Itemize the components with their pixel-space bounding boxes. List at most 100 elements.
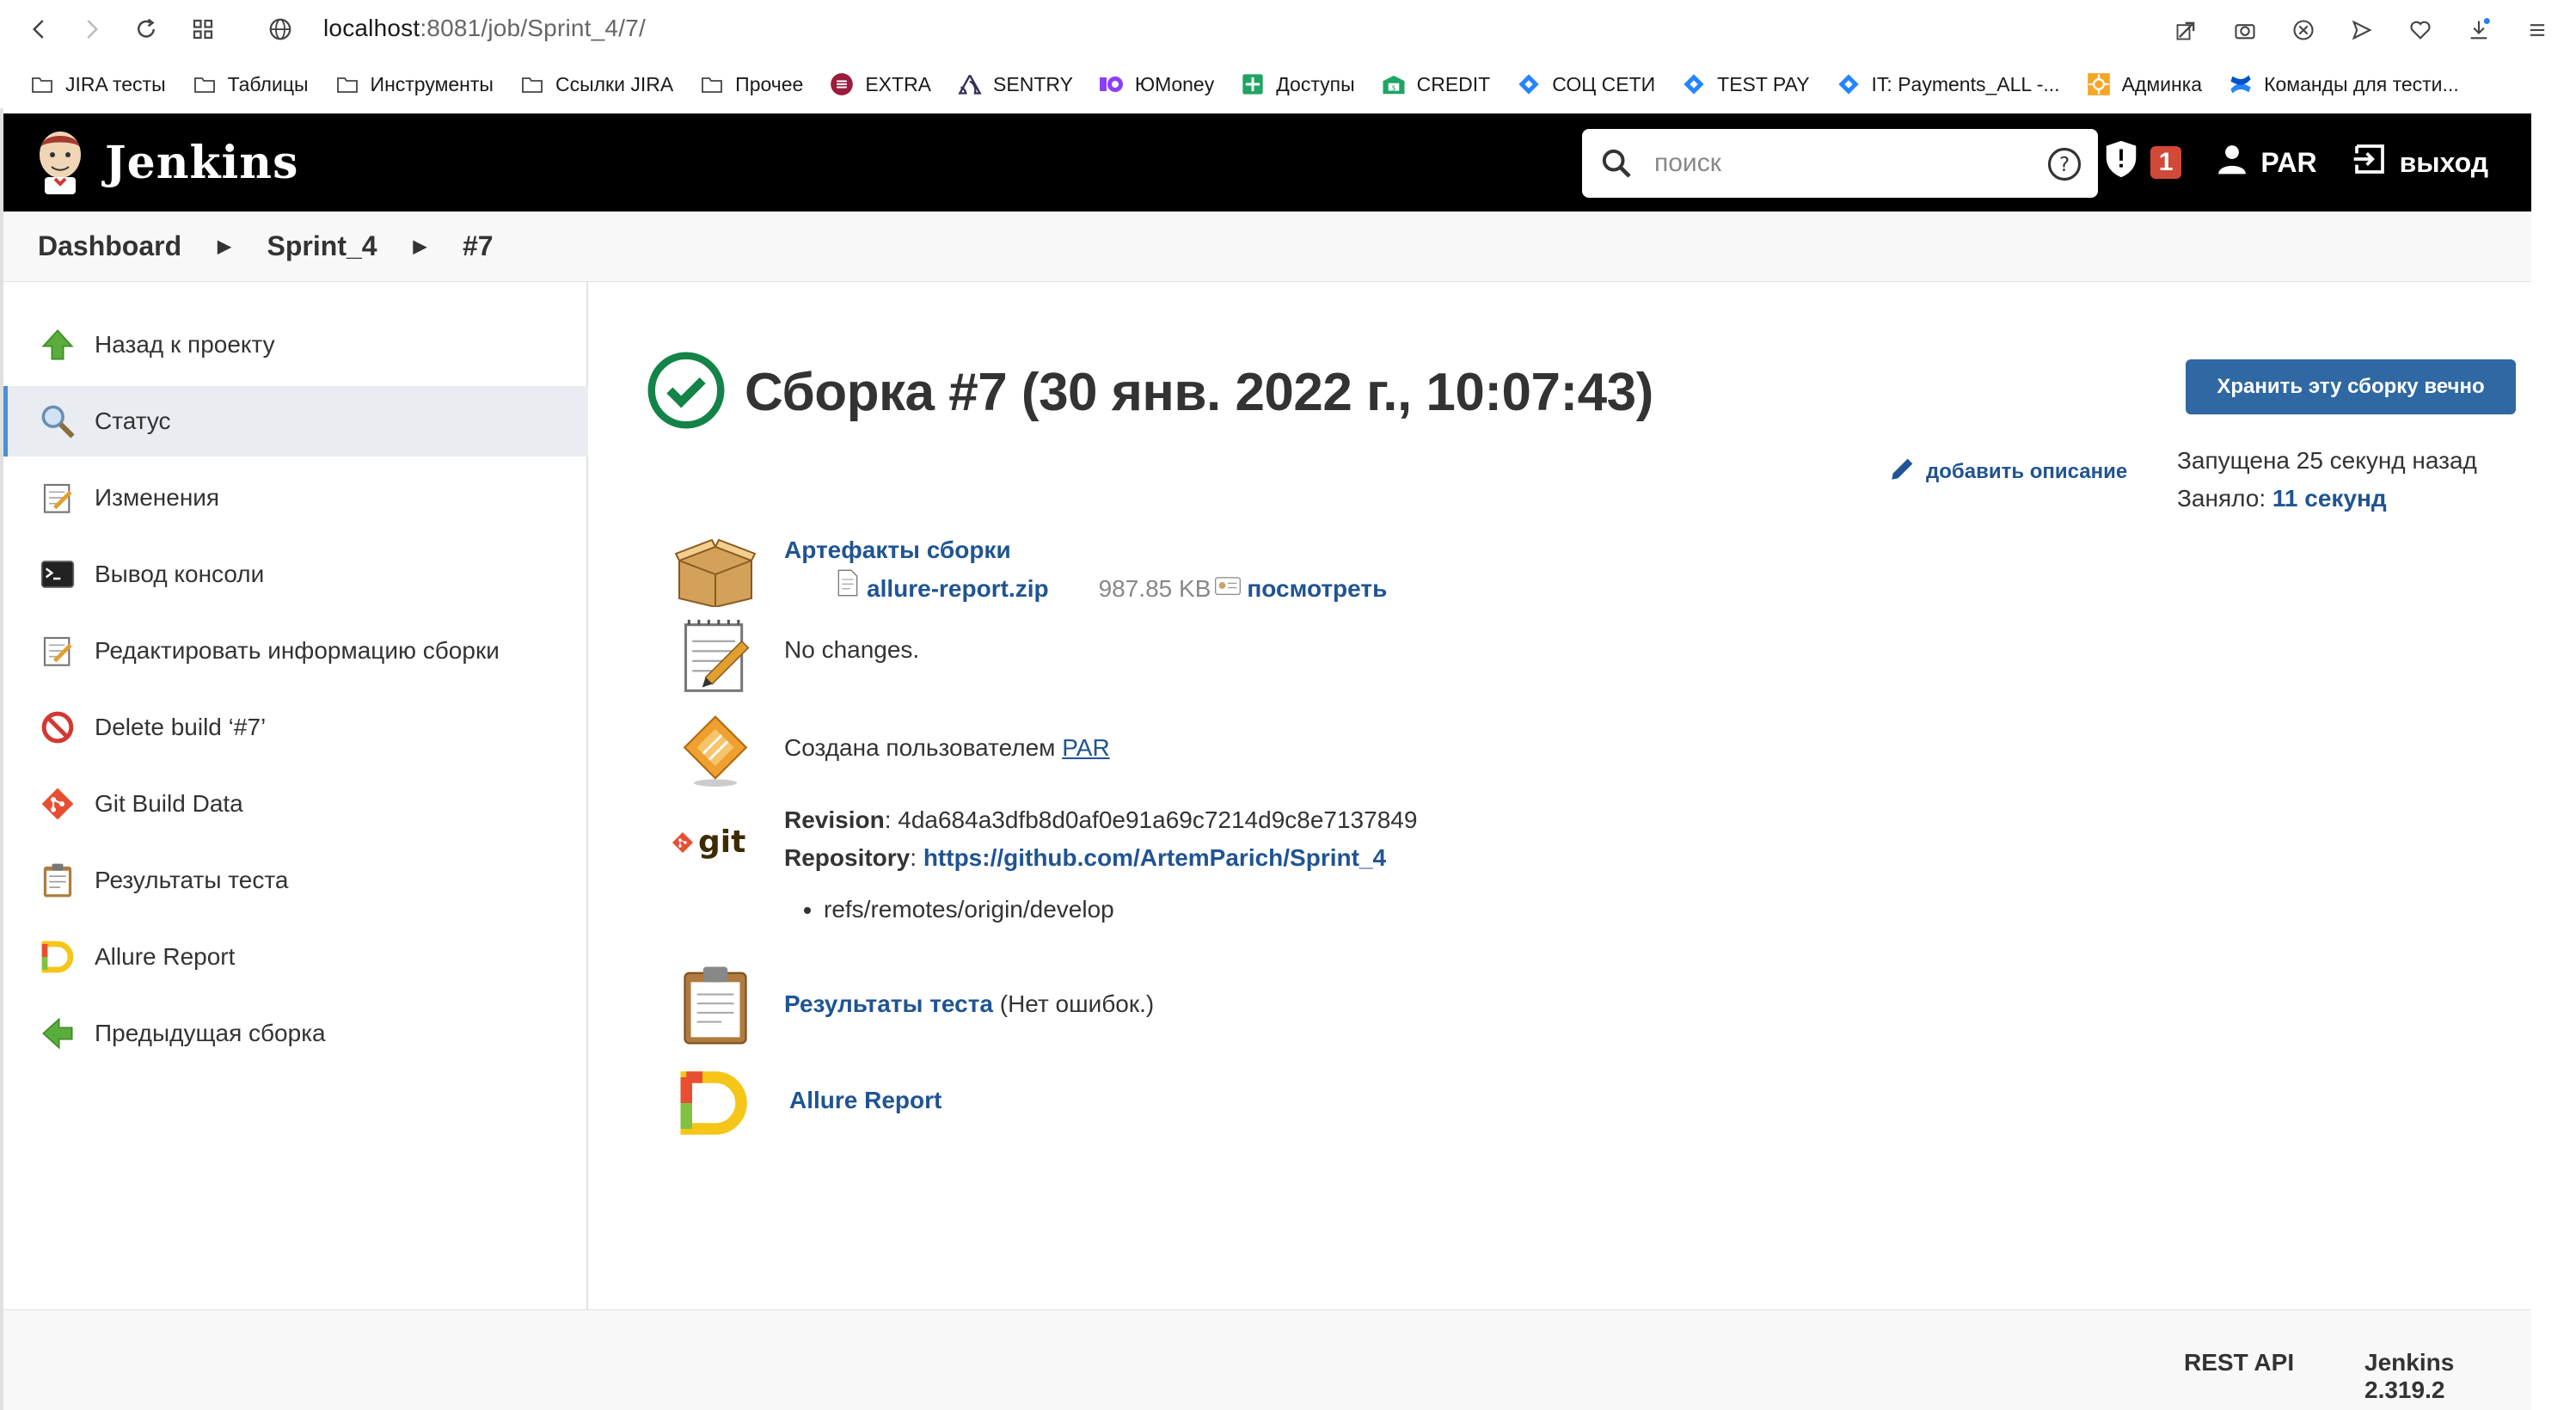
help-icon[interactable]: ?	[2046, 146, 2082, 187]
block-icon[interactable]	[2285, 12, 2321, 48]
bookmark-label: Таблицы	[227, 72, 309, 95]
sidebar-item-changes[interactable]: Изменения	[3, 463, 588, 533]
bookmark-label: TEST PAY	[1717, 72, 1810, 95]
breadcrumb-build[interactable]: #7	[463, 230, 494, 262]
share-icon[interactable]	[2168, 12, 2205, 48]
bookmark-yumoney[interactable]: ЮMoney	[1099, 71, 1214, 97]
send-icon[interactable]	[2344, 12, 2380, 48]
add-description-link[interactable]: добавить описание	[1888, 454, 2127, 489]
bookmark-credit[interactable]: $ CREDIT	[1381, 71, 1490, 97]
security-alerts[interactable]: 1	[2104, 139, 2182, 186]
bookmark-access[interactable]: Доступы	[1240, 71, 1355, 97]
artifact-view-link[interactable]: посмотреть	[1247, 570, 1387, 608]
bookmark-label: Доступы	[1276, 72, 1355, 95]
yumoney-icon	[1099, 71, 1125, 97]
started-ago: Запущена 25 секунд назад	[2177, 447, 2477, 474]
globe-icon	[263, 12, 297, 46]
address-bar[interactable]: localhost:8081/job/Sprint_4/7/	[323, 15, 646, 42]
breadcrumb: Dashboard ▶ Sprint_4 ▶ #7	[3, 212, 2531, 282]
shield-icon	[2104, 139, 2138, 186]
search-box[interactable]: ?	[1582, 129, 2098, 198]
bookmark-payments-all[interactable]: IT: Payments_ALL -...	[1836, 71, 2060, 97]
allure-section: Allure Report	[672, 1064, 941, 1142]
revision-hash: : 4da684a3dfb8d0af0e91a69c7214d9c8e71378…	[884, 806, 1418, 833]
folder-icon	[334, 71, 360, 97]
sidebar-item-back-to-project[interactable]: Назад к проекту	[3, 310, 588, 380]
git-logo-text: git	[698, 825, 745, 860]
up-arrow-icon	[38, 325, 77, 365]
user-link[interactable]: PAR	[2216, 142, 2317, 183]
sidebar-item-console[interactable]: Вывод консоли	[3, 539, 588, 610]
sidebar-item-label: Статус	[95, 408, 171, 434]
sidebar-item-label: Git Build Data	[95, 790, 243, 817]
download-icon[interactable]	[2461, 12, 2497, 48]
breadcrumb-chevron-icon[interactable]: ▶	[414, 236, 426, 257]
magnifier-icon	[38, 402, 77, 441]
bookmark-test-commands[interactable]: Команды для тести...	[2228, 71, 2459, 97]
jenkins-header: Jenkins ? 1 PAR выход	[3, 113, 2531, 212]
reload-icon[interactable]	[129, 12, 163, 46]
sidebar-item-git-build-data[interactable]: Git Build Data	[3, 769, 588, 839]
file-icon	[836, 569, 860, 608]
folder-icon	[192, 71, 218, 97]
bookmark-sentry[interactable]: SENTRY	[957, 71, 1073, 97]
folder-icon	[29, 71, 55, 97]
success-check-icon	[647, 351, 726, 434]
logout-link[interactable]: выход	[2352, 142, 2488, 183]
test-results-link[interactable]: Результаты теста	[784, 990, 993, 1017]
took-duration-link[interactable]: 11 секунд	[2272, 485, 2387, 512]
tabs-grid-icon[interactable]	[186, 12, 220, 46]
artifacts-link[interactable]: Артефакты сборки	[784, 536, 1011, 563]
bookmark-admin[interactable]: Админка	[2086, 71, 2202, 97]
bookmark-other[interactable]: Прочее	[699, 71, 803, 97]
sidebar-item-test-results[interactable]: Результаты теста	[3, 845, 588, 916]
back-icon[interactable]	[22, 12, 57, 46]
heart-icon[interactable]	[2402, 12, 2438, 48]
jenkins-logo[interactable]: Jenkins	[34, 129, 298, 196]
bookmark-tools[interactable]: Инструменты	[334, 71, 494, 97]
created-by-user-link[interactable]: PAR	[1062, 734, 1110, 761]
bookmark-jira-tests[interactable]: JIRA тесты	[29, 71, 166, 97]
bookmark-label: Ссылки JIRA	[555, 72, 674, 95]
sidebar-item-allure-report[interactable]: Allure Report	[3, 922, 588, 992]
allure-report-link[interactable]: Allure Report	[789, 1087, 941, 1113]
folder-icon	[699, 71, 725, 97]
terminal-icon	[38, 555, 77, 594]
camera-icon[interactable]	[2227, 12, 2263, 48]
sidebar-item-status[interactable]: Статус	[3, 386, 588, 457]
search-icon	[1599, 146, 1634, 185]
brand-name: Jenkins	[105, 136, 299, 189]
repository-label: Repository	[784, 844, 911, 871]
sidebar-item-label: Назад к проекту	[95, 331, 275, 358]
menu-icon[interactable]	[2519, 12, 2555, 48]
sidebar-item-previous-build[interactable]: Предыдущая сборка	[3, 998, 588, 1069]
bookmark-test-pay[interactable]: TEST PAY	[1681, 71, 1810, 97]
bookmarks-bar: JIRA тесты Таблицы Инструменты Ссылки JI…	[0, 60, 2576, 108]
breadcrumb-job[interactable]: Sprint_4	[267, 230, 377, 262]
build-timing: Запущена 25 секунд назад Заняло: 11 секу…	[2177, 442, 2477, 518]
bookmark-tables[interactable]: Таблицы	[192, 71, 309, 97]
breadcrumb-chevron-icon[interactable]: ▶	[218, 236, 230, 257]
notepad-edit-icon	[38, 631, 77, 671]
repository-colon: :	[910, 844, 923, 871]
sidebar-item-edit-build-info[interactable]: Редактировать информацию сборки	[3, 616, 588, 686]
sidebar-item-label: Редактировать информацию сборки	[95, 637, 500, 664]
breadcrumb-dashboard[interactable]: Dashboard	[38, 230, 181, 262]
jenkins-version-link[interactable]: Jenkins 2.319.2	[2364, 1349, 2531, 1404]
rest-api-link[interactable]: REST API	[2184, 1349, 2294, 1376]
forward-icon[interactable]	[74, 12, 108, 46]
no-entry-icon	[38, 708, 77, 747]
url-host: localhost	[323, 15, 420, 41]
repository-link[interactable]: https://github.com/ArtemParich/Sprint_4	[923, 844, 1386, 871]
artifact-file-link[interactable]: allure-report.zip	[867, 570, 1049, 608]
bookmark-extra[interactable]: EXTRA	[829, 71, 931, 97]
sidebar-item-label: Delete build ‘#7’	[95, 714, 267, 740]
extra-icon	[829, 71, 855, 97]
sidebar-item-delete-build[interactable]: Delete build ‘#7’	[3, 692, 588, 763]
keep-build-forever-button[interactable]: Хранить эту сборку вечно	[2186, 359, 2516, 414]
bookmark-jira-links[interactable]: Ссылки JIRA	[519, 71, 673, 97]
user-icon	[2216, 142, 2248, 183]
bookmark-social[interactable]: СОЦ СЕТИ	[1516, 71, 1655, 97]
search-input[interactable]	[1654, 149, 2015, 178]
user-cause-icon	[672, 712, 758, 789]
